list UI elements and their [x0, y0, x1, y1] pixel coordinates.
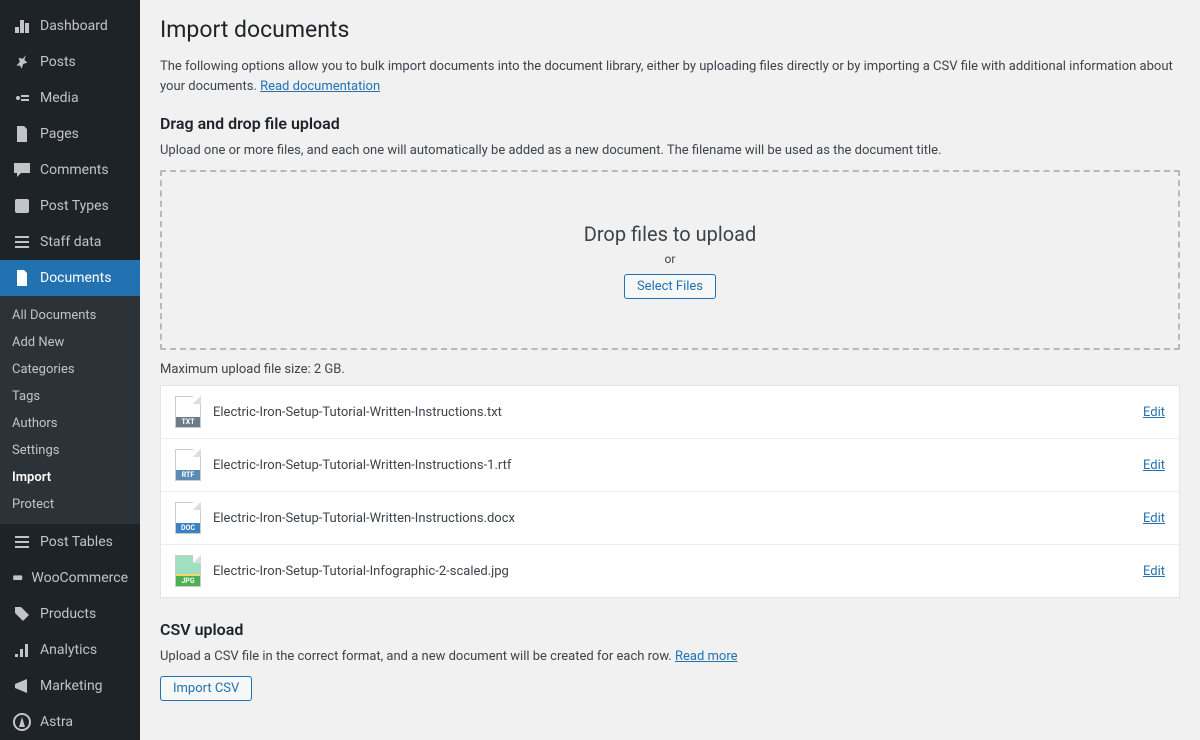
sidebar-submenu: All DocumentsAdd NewCategoriesTagsAuthor…	[0, 296, 140, 524]
sidebar-item-label: Marketing	[40, 678, 103, 694]
select-files-button[interactable]: Select Files	[624, 274, 716, 299]
sidebar-item-label: Posts	[40, 54, 76, 70]
sidebar-item-label: Documents	[40, 270, 111, 286]
csv-read-more-link[interactable]: Read more	[675, 649, 738, 664]
pages-icon	[12, 124, 32, 144]
main-content: Import documents The following options a…	[140, 0, 1200, 740]
import-csv-button[interactable]: Import CSV	[160, 676, 252, 701]
submenu-item-tags[interactable]: Tags	[0, 383, 140, 410]
uploaded-file-list: TXT Electric-Iron-Setup-Tutorial-Written…	[160, 385, 1180, 598]
edit-file-link[interactable]: Edit	[1143, 511, 1165, 526]
sidebar-item-media[interactable]: Media	[0, 80, 140, 116]
sidebar-item-documents[interactable]: Documents	[0, 260, 140, 296]
uploaded-file-row: JPG Electric-Iron-Setup-Tutorial-Infogra…	[161, 545, 1179, 597]
submenu-item-protect[interactable]: Protect	[0, 491, 140, 518]
admin-sidebar: Dashboard Posts Media Pages Comments Pos…	[0, 0, 140, 740]
posttypes-icon	[12, 196, 32, 216]
submenu-item-authors[interactable]: Authors	[0, 410, 140, 437]
max-upload-size: Maximum upload file size: 2 GB.	[160, 362, 1180, 377]
sidebar-item-label: Astra	[40, 714, 73, 730]
page-title: Import documents	[160, 16, 1180, 43]
drag-drop-subtext: Upload one or more files, and each one w…	[160, 143, 1180, 158]
file-icon: JPG	[175, 555, 201, 587]
file-icon: RTF	[175, 449, 201, 481]
file-icon: DOC	[175, 502, 201, 534]
sidebar-item-label: Staff data	[40, 234, 101, 250]
pin-icon	[12, 52, 32, 72]
sidebar-item-label: Dashboard	[40, 18, 108, 34]
marketing-icon	[12, 676, 32, 696]
dropzone-title: Drop files to upload	[584, 222, 757, 246]
edit-file-link[interactable]: Edit	[1143, 405, 1165, 420]
file-name: Electric-Iron-Setup-Tutorial-Infographic…	[213, 564, 1143, 579]
file-name: Electric-Iron-Setup-Tutorial-Written-Ins…	[213, 458, 1143, 473]
submenu-item-add-new[interactable]: Add New	[0, 329, 140, 356]
document-icon	[12, 268, 32, 288]
sidebar-item-staff-data[interactable]: Staff data	[0, 224, 140, 260]
sidebar-item-post-types[interactable]: Post Types	[0, 188, 140, 224]
drag-drop-heading: Drag and drop file upload	[160, 114, 1180, 133]
sidebar-item-comments[interactable]: Comments	[0, 152, 140, 188]
astra-icon	[12, 712, 32, 732]
sidebar-item-posts[interactable]: Posts	[0, 44, 140, 80]
sidebar-item-label: Post Types	[40, 198, 109, 214]
submenu-item-all-documents[interactable]: All Documents	[0, 302, 140, 329]
sidebar-item-marketing[interactable]: Marketing	[0, 668, 140, 704]
woo-icon	[12, 568, 23, 588]
submenu-item-categories[interactable]: Categories	[0, 356, 140, 383]
sidebar-item-label: WooCommerce	[31, 570, 128, 586]
sidebar-item-products[interactable]: Products	[0, 596, 140, 632]
sidebar-item-label: Products	[40, 606, 96, 622]
sidebar-item-label: Analytics	[40, 642, 97, 658]
edit-file-link[interactable]: Edit	[1143, 458, 1165, 473]
csv-upload-heading: CSV upload	[160, 620, 1180, 639]
sidebar-item-label: Post Tables	[40, 534, 113, 550]
comment-icon	[12, 160, 32, 180]
list-icon	[12, 232, 32, 252]
submenu-item-settings[interactable]: Settings	[0, 437, 140, 464]
dashboard-icon	[12, 16, 32, 36]
uploaded-file-row: DOC Electric-Iron-Setup-Tutorial-Written…	[161, 492, 1179, 545]
sidebar-item-dashboard[interactable]: Dashboard	[0, 8, 140, 44]
sidebar-item-woocommerce[interactable]: WooCommerce	[0, 560, 140, 596]
sidebar-item-astra[interactable]: Astra	[0, 704, 140, 740]
sidebar-item-analytics[interactable]: Analytics	[0, 632, 140, 668]
file-icon: TXT	[175, 396, 201, 428]
products-icon	[12, 604, 32, 624]
sidebar-item-label: Media	[40, 90, 79, 106]
dropzone-or: or	[584, 252, 757, 266]
sidebar-item-post-tables[interactable]: Post Tables	[0, 524, 140, 560]
sidebar-item-pages[interactable]: Pages	[0, 116, 140, 152]
sidebar-item-label: Pages	[40, 126, 79, 142]
media-icon	[12, 88, 32, 108]
intro-paragraph: The following options allow you to bulk …	[160, 57, 1180, 96]
uploaded-file-row: RTF Electric-Iron-Setup-Tutorial-Written…	[161, 439, 1179, 492]
csv-upload-subtext: Upload a CSV file in the correct format,…	[160, 649, 1180, 664]
list-icon	[12, 532, 32, 552]
submenu-item-import[interactable]: Import	[0, 464, 140, 491]
file-dropzone[interactable]: Drop files to upload or Select Files	[160, 170, 1180, 350]
edit-file-link[interactable]: Edit	[1143, 564, 1165, 579]
file-name: Electric-Iron-Setup-Tutorial-Written-Ins…	[213, 405, 1143, 420]
file-name: Electric-Iron-Setup-Tutorial-Written-Ins…	[213, 511, 1143, 526]
analytics-icon	[12, 640, 32, 660]
read-documentation-link[interactable]: Read documentation	[260, 79, 380, 94]
uploaded-file-row: TXT Electric-Iron-Setup-Tutorial-Written…	[161, 386, 1179, 439]
sidebar-item-label: Comments	[40, 162, 109, 178]
